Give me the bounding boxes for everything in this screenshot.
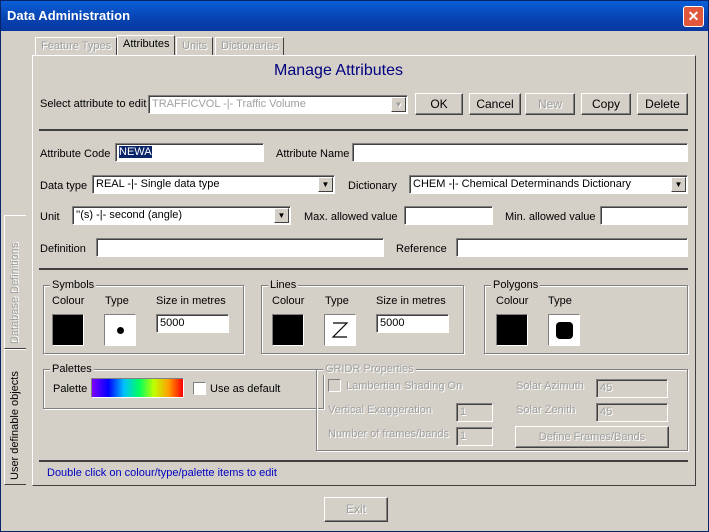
lambertian-checkbox[interactable] <box>328 379 341 392</box>
polygons-type-label: Type <box>548 295 572 307</box>
frames-bands-input[interactable]: 1 <box>456 427 493 446</box>
select-attribute-label: Select attribute to edit <box>40 98 147 110</box>
attribute-name-label: Attribute Name <box>276 148 350 160</box>
data-administration-window: Data Administration ✕ Database Definitio… <box>0 0 709 532</box>
divider <box>39 129 688 131</box>
lines-size-label: Size in metres <box>376 295 446 307</box>
lines-colour-label: Colour <box>272 295 305 307</box>
max-value-label: Max. allowed value <box>304 211 398 223</box>
dot-symbol-icon <box>117 327 124 334</box>
exit-button[interactable]: Exit <box>324 497 388 522</box>
side-tab-database-definitions[interactable]: Database Definitions <box>4 215 26 349</box>
chevron-down-icon[interactable]: ▼ <box>318 177 333 192</box>
chevron-down-icon[interactable]: ▼ <box>391 97 406 112</box>
unit-label: Unit <box>40 211 60 223</box>
palettes-group-title: Palettes <box>50 363 94 375</box>
unit-combo[interactable]: ''(s) -|- second (angle) ▼ <box>72 206 291 225</box>
page-title: Manage Attributes <box>274 62 403 79</box>
tab-label: Feature Types <box>41 40 112 52</box>
copy-button[interactable]: Copy <box>581 93 631 115</box>
window-title: Data Administration <box>7 8 131 23</box>
tab-units[interactable]: Units <box>176 37 214 55</box>
definition-input[interactable] <box>96 238 384 257</box>
title-bar: Data Administration ✕ <box>1 1 708 31</box>
lines-group-title: Lines <box>268 279 299 291</box>
attribute-name-input[interactable] <box>352 143 688 162</box>
polygons-colour-label: Colour <box>496 295 529 307</box>
tab-label: Attributes <box>123 38 170 50</box>
symbols-type-label: Type <box>105 295 129 307</box>
divider <box>39 268 688 270</box>
dictionary-label: Dictionary <box>348 180 397 192</box>
vertical-exaggeration-input[interactable]: 1 <box>456 403 493 422</box>
side-tab-user-definable-objects[interactable]: User definable objects <box>4 349 26 485</box>
lines-type-box[interactable] <box>324 314 356 346</box>
lines-type-label: Type <box>325 295 349 307</box>
symbols-group-title: Symbols <box>50 279 97 291</box>
new-button[interactable]: New <box>525 93 575 115</box>
min-value-label: Min. allowed value <box>505 211 596 223</box>
max-value-input[interactable] <box>404 206 493 225</box>
definition-label: Definition <box>40 243 86 255</box>
select-attribute-combo[interactable]: TRAFFICVOL -|- Traffic Volume ▼ <box>148 95 408 114</box>
tab-label: Dictionaries <box>221 40 279 52</box>
ok-button[interactable]: OK <box>415 93 463 115</box>
side-tab-label: Database Definitions <box>9 242 21 344</box>
define-frames-bands-button[interactable]: Define Frames/Bands <box>515 426 669 448</box>
symbols-size-label: Size in metres <box>156 295 226 307</box>
filled-polygon-icon <box>556 322 573 339</box>
gridr-group-title: GRIDR Properties <box>323 363 416 375</box>
reference-label: Reference <box>396 243 447 255</box>
solar-zenith-label: Solar Zenith <box>516 404 576 416</box>
frames-bands-label: Number of frames/bands <box>328 428 450 440</box>
close-icon[interactable]: ✕ <box>683 6 704 27</box>
use-as-default-checkbox[interactable] <box>193 382 206 395</box>
polygons-type-box[interactable] <box>548 314 580 346</box>
attribute-code-input[interactable]: NEWA <box>115 143 264 162</box>
polygons-colour-swatch[interactable] <box>496 314 528 346</box>
min-value-input[interactable] <box>600 206 688 225</box>
symbols-colour-label: Colour <box>52 295 85 307</box>
attribute-code-label: Attribute Code <box>40 148 111 160</box>
chevron-down-icon[interactable]: ▼ <box>274 208 289 223</box>
zigzag-line-icon <box>331 322 349 338</box>
symbols-colour-swatch[interactable] <box>52 314 84 346</box>
solar-azimuth-label: Solar Azimuth <box>516 380 584 392</box>
lines-size-input[interactable]: 5000 <box>376 314 449 333</box>
edit-hint: Double click on colour/type/palette item… <box>47 467 277 479</box>
reference-input[interactable] <box>456 238 688 257</box>
side-tab-label: User definable objects <box>9 371 21 480</box>
use-as-default-label: Use as default <box>210 383 281 395</box>
dictionary-combo[interactable]: CHEM -|- Chemical Determinands Dictionar… <box>409 175 688 194</box>
divider <box>39 460 688 462</box>
lambertian-label: Lambertian Shading On <box>346 380 463 392</box>
tab-attributes[interactable]: Attributes <box>117 35 176 56</box>
vertical-exaggeration-label: Vertical Exaggeration <box>328 404 432 416</box>
delete-button[interactable]: Delete <box>637 93 688 115</box>
polygons-group-title: Polygons <box>491 279 541 291</box>
tab-feature-types[interactable]: Feature Types <box>35 37 118 55</box>
symbols-type-box[interactable] <box>104 314 136 346</box>
palette-gradient[interactable] <box>91 378 184 398</box>
cancel-button[interactable]: Cancel <box>469 93 521 115</box>
data-type-label: Data type <box>40 180 88 192</box>
palette-label: Palette <box>53 383 88 395</box>
tab-label: Units <box>182 40 208 52</box>
solar-azimuth-input[interactable]: 45 <box>596 379 668 398</box>
lines-colour-swatch[interactable] <box>272 314 304 346</box>
data-type-combo[interactable]: REAL -|- Single data type ▼ <box>92 175 335 194</box>
solar-zenith-input[interactable]: 45 <box>596 403 668 422</box>
tab-dictionaries[interactable]: Dictionaries <box>215 37 285 55</box>
symbols-size-input[interactable]: 5000 <box>156 314 229 333</box>
chevron-down-icon[interactable]: ▼ <box>671 177 686 192</box>
